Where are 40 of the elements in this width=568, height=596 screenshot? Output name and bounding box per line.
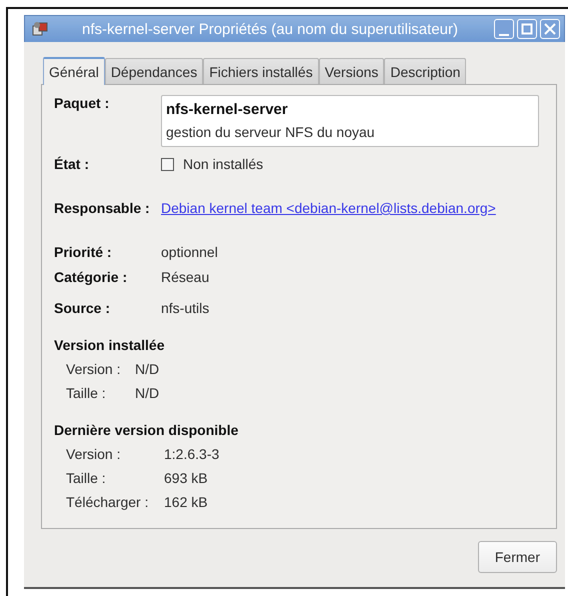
checkbox[interactable]: [161, 158, 174, 170]
checkbox-label: Non installés: [183, 156, 264, 172]
close-dialog-button[interactable]: Fermer: [478, 541, 557, 573]
field-label: Version :: [66, 361, 122, 377]
field-value: 693 kB: [164, 470, 208, 486]
field-label: Télécharger :: [66, 494, 150, 510]
field-label: Version :: [66, 446, 122, 462]
field-label: État :: [54, 156, 90, 172]
maximize-icon: [521, 23, 533, 35]
field-value: Réseau: [161, 269, 210, 285]
minimize-button[interactable]: [494, 19, 514, 39]
field-label: Taille :: [66, 385, 107, 401]
field-value: nfs-utils: [161, 300, 210, 316]
package-summary: gestion du serveur NFS du noyau: [166, 124, 376, 140]
field-label: Priorité :: [54, 244, 113, 260]
field-value: 1:2.6.3-3: [164, 446, 220, 462]
maintainer-link[interactable]: Debian kernel team <debian-kernel@lists.debian.org>: [161, 200, 496, 216]
field-value: N/D: [135, 385, 160, 401]
maximize-button[interactable]: [517, 19, 537, 39]
field-label: Responsable :: [54, 200, 151, 216]
field-label: Taille :: [66, 470, 107, 486]
field-value: optionnel: [161, 244, 218, 260]
close-icon: [544, 23, 556, 35]
field-value: N/D: [135, 361, 160, 377]
app-icon: [31, 21, 49, 37]
tab[interactable]: Général: [43, 57, 105, 85]
field-value: 162 kB: [164, 494, 208, 510]
section-heading: Version installée: [54, 337, 166, 353]
package-name: nfs-kernel-server: [166, 101, 289, 118]
window-title: nfs-kernel-server Propriétés (au nom du superutilisateur): [81, 20, 459, 38]
tab[interactable]: Versions: [318, 58, 384, 84]
close-button[interactable]: [540, 19, 560, 39]
section-heading: Dernière version disponible: [54, 422, 240, 438]
tab[interactable]: Fichiers installés: [203, 58, 319, 84]
field-label: Catégorie :: [54, 269, 128, 285]
field-label: Source :: [54, 300, 112, 316]
tab[interactable]: Dépendances: [104, 58, 204, 84]
tab[interactable]: Description: [384, 58, 466, 84]
field-label: Paquet :: [54, 95, 110, 111]
minimize-icon: [499, 34, 509, 36]
